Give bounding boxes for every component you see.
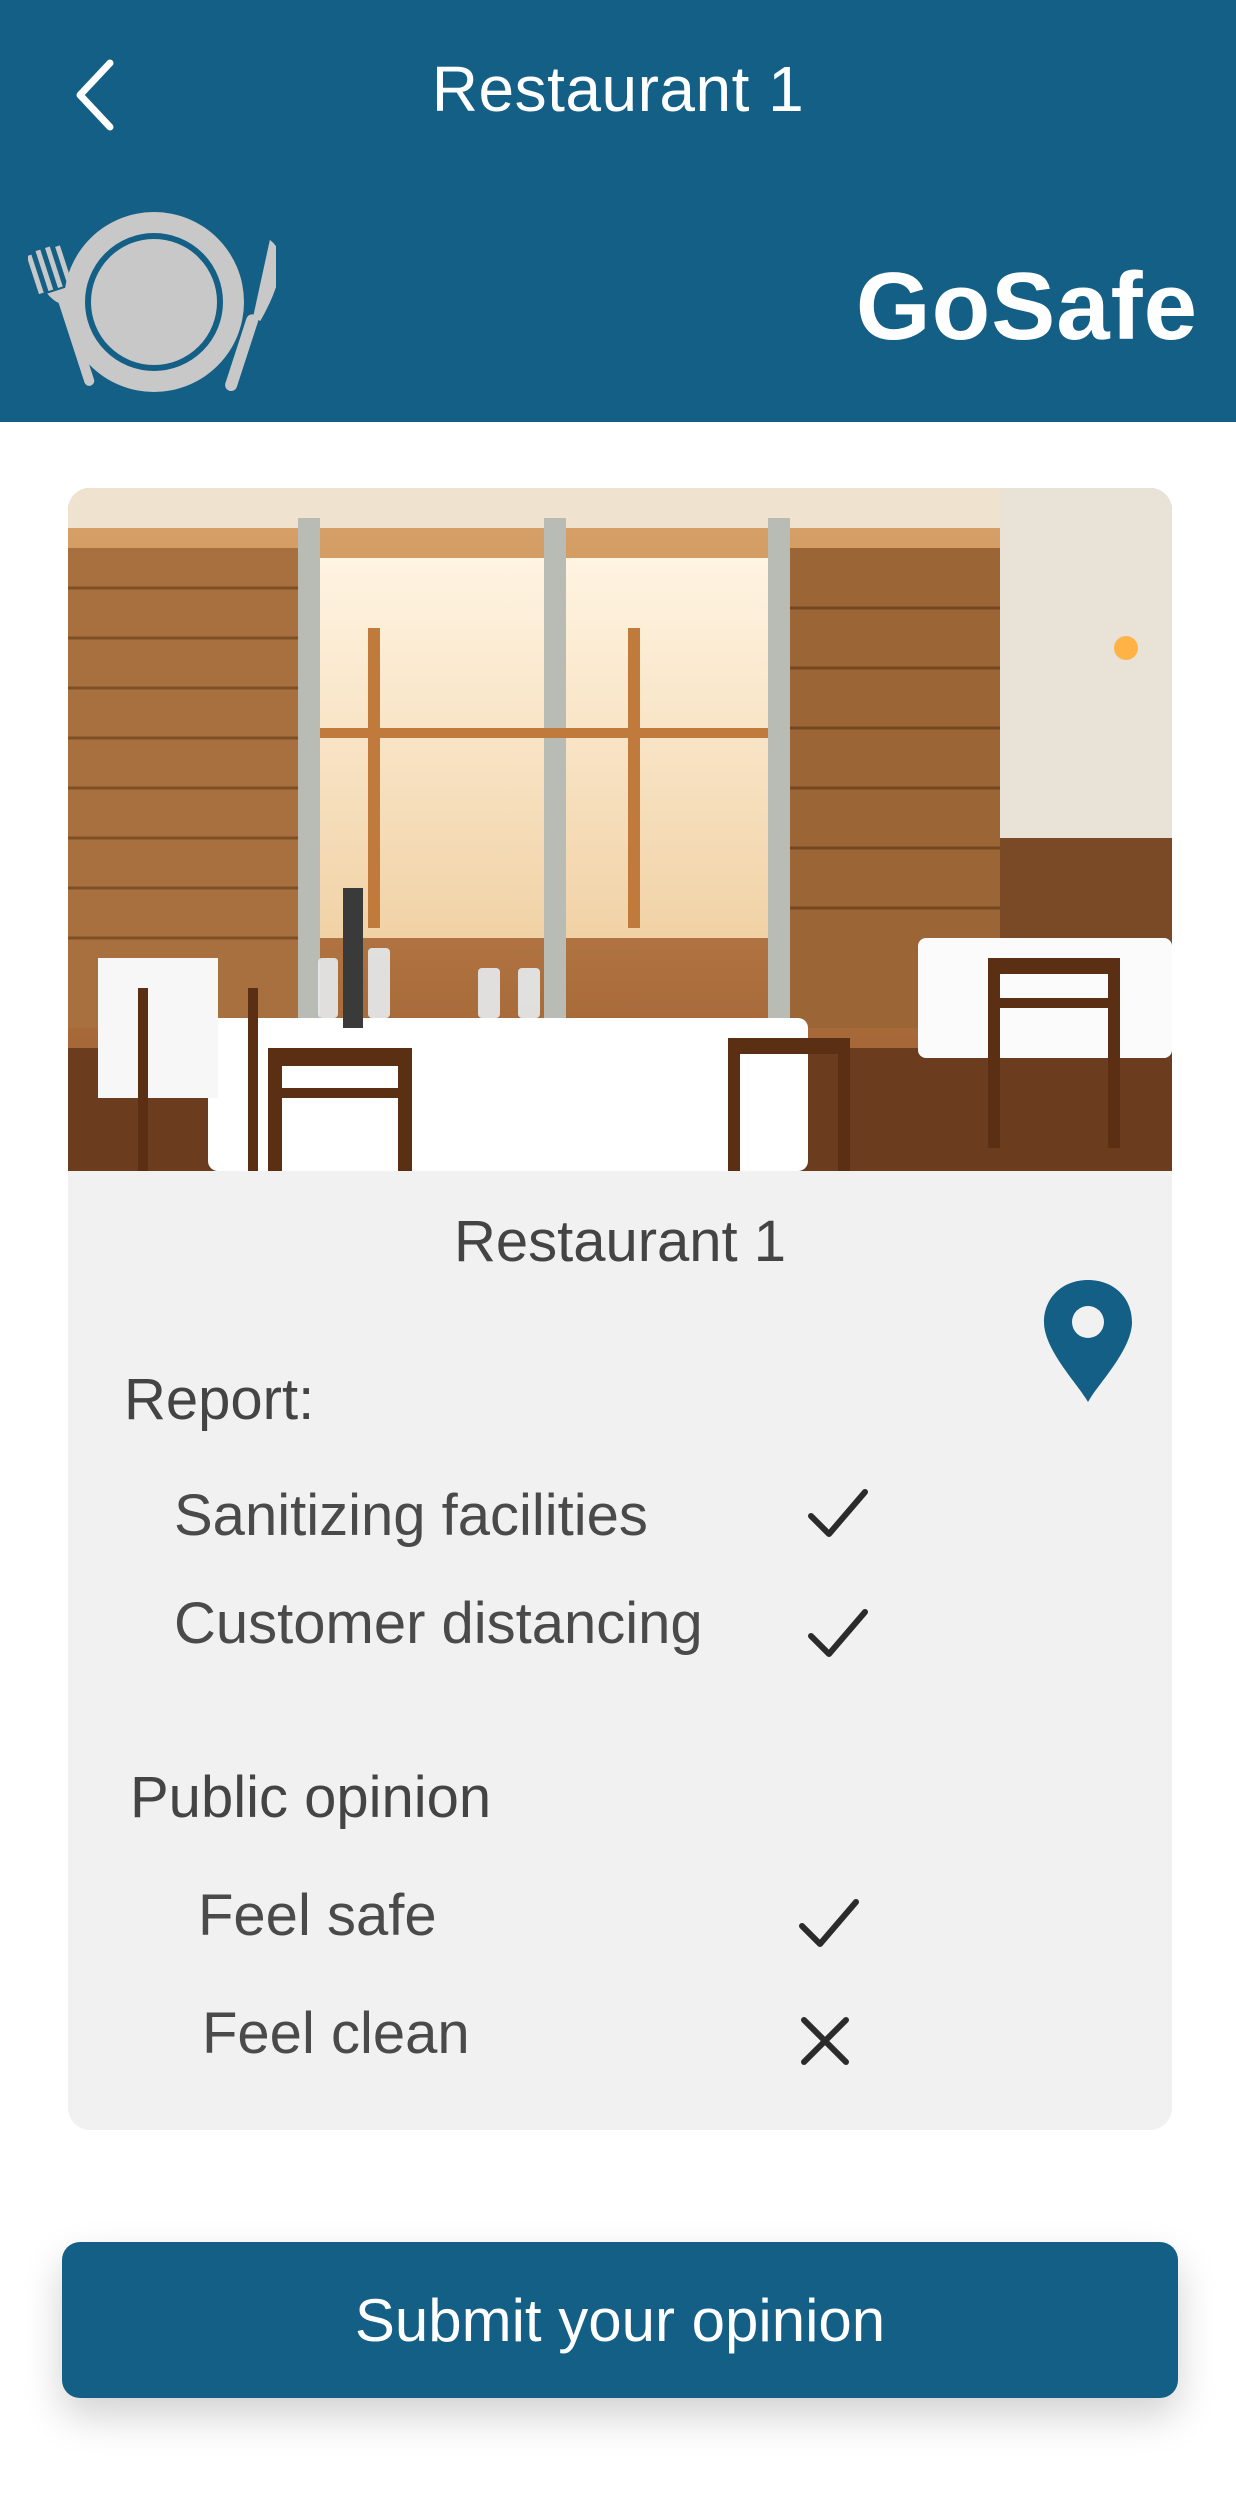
opinion-item-label: Feel clean: [202, 2001, 470, 2066]
check-icon: [799, 1899, 859, 1947]
plate-fork-knife-icon: [28, 212, 276, 392]
map-pin-icon[interactable]: [1038, 1276, 1138, 1406]
app-header: Restaurant 1 GoSafe: [0, 0, 1236, 422]
restaurant-name: Restaurant 1: [453, 1209, 787, 1274]
restaurant-photo: [68, 488, 1172, 1171]
report-item-label: Sanitizing facilities: [174, 1483, 648, 1548]
public-opinion-label: Public opinion: [130, 1765, 492, 1830]
cross-icon: [801, 2017, 849, 2065]
restaurant-card: Restaurant 1 Report: Sanitizing faciliti…: [68, 488, 1172, 2130]
submit-opinion-button[interactable]: Submit your opinion: [62, 2242, 1178, 2398]
opinion-item-label: Feel safe: [198, 1883, 437, 1948]
check-icon: [808, 1489, 868, 1537]
report-item-label: Customer distancing: [174, 1591, 703, 1656]
submit-opinion-label: Submit your opinion: [354, 2286, 886, 2354]
brand-name: GoSafe: [855, 253, 1198, 360]
report-label: Report:: [124, 1367, 315, 1432]
page-title: Restaurant 1: [431, 53, 805, 125]
check-icon: [808, 1609, 868, 1657]
